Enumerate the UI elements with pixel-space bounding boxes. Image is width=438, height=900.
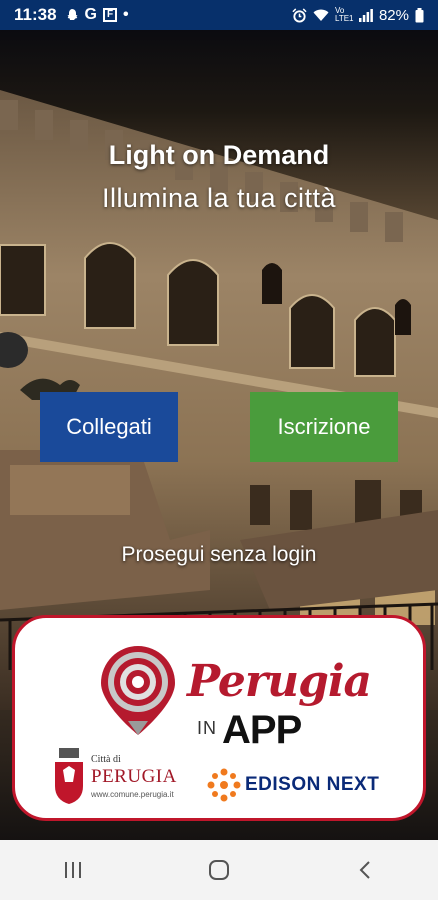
alarm-icon bbox=[292, 7, 307, 23]
recent-apps-icon bbox=[65, 862, 81, 878]
edison-burst-icon bbox=[207, 768, 241, 802]
edison-next-logo: EDISON NEXT bbox=[207, 768, 407, 808]
battery-icon bbox=[415, 7, 424, 22]
status-dot: • bbox=[123, 6, 129, 23]
map-pin-icon bbox=[101, 646, 175, 735]
wifi-icon bbox=[313, 9, 329, 21]
signal-icon bbox=[358, 8, 373, 22]
app-title: Light on Demand bbox=[108, 140, 330, 170]
back-icon bbox=[359, 861, 370, 879]
app-subtitle: Illumina la tua città bbox=[101, 183, 337, 213]
comune-url-label: www.comune.perugia.it bbox=[91, 790, 174, 799]
comune-perugia-logo: Città di PERUGIA www.comune.perugia.it bbox=[51, 748, 201, 808]
perugia-in-app-logo: Perugia IN APP bbox=[97, 638, 372, 752]
perugia-wordmark: Perugia bbox=[187, 656, 372, 707]
comune-name-label: PERUGIA bbox=[91, 766, 177, 787]
signup-button[interactable]: Iscrizione bbox=[250, 392, 398, 462]
flipboard-icon: F bbox=[103, 8, 117, 22]
back-button[interactable] bbox=[325, 850, 405, 890]
home-icon bbox=[209, 860, 229, 880]
edison-wordmark: EDISON NEXT bbox=[245, 774, 380, 795]
notification-icons: G F • bbox=[65, 6, 129, 24]
snapchat-icon bbox=[67, 9, 78, 20]
status-time: 11:38 bbox=[14, 5, 57, 24]
battery-percent: 82% bbox=[378, 6, 409, 24]
network-label: Vo LTE1 bbox=[334, 6, 354, 23]
login-button[interactable]: Collegati bbox=[40, 392, 178, 462]
recent-apps-button[interactable] bbox=[33, 850, 113, 890]
status-right: Vo LTE1 82% bbox=[292, 7, 424, 24]
in-wordmark: IN bbox=[197, 718, 217, 738]
google-icon: G bbox=[84, 6, 97, 23]
android-nav-bar bbox=[0, 840, 438, 900]
skip-login-link[interactable]: Prosegui senza login bbox=[0, 543, 438, 567]
comune-citta-label: Città di bbox=[91, 754, 121, 765]
home-button[interactable] bbox=[179, 850, 259, 890]
coat-of-arms-icon bbox=[55, 748, 83, 804]
app-wordmark: APP bbox=[222, 708, 302, 752]
sponsor-logo-card: Perugia IN APP Città di PERUGIA www.comu… bbox=[12, 615, 426, 821]
status-bar: 11:38 G F • Vo LTE1 82% bbox=[0, 0, 438, 30]
